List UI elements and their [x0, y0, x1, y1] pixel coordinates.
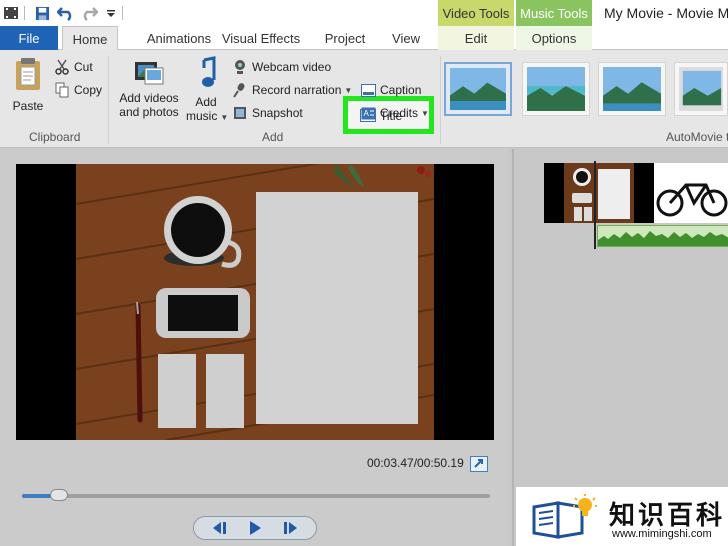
clip-thumbnails-icon — [544, 163, 728, 223]
tab-edit[interactable]: Edit — [438, 26, 514, 50]
tab-project[interactable]: Project — [318, 26, 372, 50]
chevron-down-icon: ▼ — [220, 113, 229, 122]
seek-bar[interactable] — [22, 494, 490, 498]
landscape-thumbnail-icon — [450, 68, 506, 110]
webcam-icon — [232, 59, 248, 75]
tab-home[interactable]: Home — [62, 26, 118, 51]
svg-text:A: A — [363, 109, 369, 118]
site-watermark: 知识百科 www.mimingshi.com — [516, 487, 728, 546]
add-videos-label-line2: and photos — [119, 105, 179, 119]
watermark-text: 知识百科 — [609, 500, 726, 530]
caption-icon — [360, 82, 376, 98]
add-music-label-line2: music — [186, 109, 218, 123]
chevron-down-icon: ▼ — [344, 85, 353, 95]
credits-button[interactable]: A Credits ▼ — [360, 103, 429, 123]
undo-icon[interactable] — [57, 4, 75, 22]
window-title: My Movie - Movie Ma — [604, 5, 728, 21]
tab-file[interactable]: File — [0, 26, 58, 50]
add-music-button[interactable]: Add music ▼ — [186, 56, 229, 125]
webcam-video-button[interactable]: Webcam video — [232, 57, 331, 77]
landscape-thumbnail-icon — [679, 67, 723, 111]
copy-label: Copy — [74, 83, 103, 97]
webcam-video-label: Webcam video — [252, 60, 332, 74]
film-photo-icon — [135, 62, 164, 85]
expand-icon — [474, 459, 483, 468]
audio-waveform-icon — [598, 231, 728, 246]
redo-icon[interactable] — [80, 4, 98, 22]
snapshot-label: Snapshot — [252, 106, 303, 120]
music-tools-context-label: Music Tools — [516, 0, 592, 26]
music-track[interactable] — [597, 225, 728, 247]
microphone-icon — [232, 82, 248, 98]
automovie-theme-thumbnail[interactable] — [444, 62, 512, 116]
credits-label: Credits — [380, 106, 419, 120]
playback-controls — [193, 516, 317, 540]
snapshot-icon — [232, 105, 248, 121]
clipboard-group-label: Clipboard — [29, 130, 81, 144]
record-narration-button[interactable]: Record narration ▼ — [232, 80, 352, 100]
landscape-thumbnail-icon — [527, 67, 585, 111]
next-frame-icon — [284, 522, 298, 534]
automovie-theme-thumbnail[interactable] — [674, 62, 728, 116]
tab-visual-effects[interactable]: Visual Effects — [214, 26, 308, 50]
timeline-playhead[interactable] — [594, 161, 596, 249]
video-preview[interactable] — [16, 164, 494, 440]
video-tools-context-label: Video Tools — [438, 0, 514, 26]
fullscreen-button[interactable] — [470, 456, 488, 472]
qat-divider — [24, 6, 25, 20]
snapshot-button[interactable]: Snapshot — [232, 103, 303, 123]
next-frame-button[interactable] — [276, 519, 304, 537]
play-button[interactable] — [241, 519, 269, 537]
group-separator — [440, 56, 441, 144]
record-narration-label: Record narration — [252, 83, 342, 97]
automovie-group-label: AutoMovie t — [666, 130, 728, 144]
title-bar: Video Tools Music Tools My Movie - Movie… — [0, 0, 728, 26]
tab-options[interactable]: Options — [516, 26, 592, 50]
app-film-icon[interactable] — [2, 4, 20, 22]
previous-frame-button[interactable] — [206, 519, 234, 537]
preview-pane: 00:03.47/00:50.19 — [0, 149, 508, 546]
preview-frame-image — [16, 164, 494, 440]
watermark-url: www.mimingshi.com — [612, 528, 712, 540]
chevron-down-icon: ▼ — [421, 108, 429, 118]
book-lightbulb-logo-icon — [532, 494, 597, 539]
previous-frame-icon — [212, 522, 226, 534]
music-note-icon — [202, 56, 216, 87]
copy-button[interactable]: Copy — [54, 80, 102, 100]
credits-icon: A — [360, 105, 376, 121]
copy-icon — [54, 82, 70, 98]
group-separator — [108, 56, 109, 144]
playback-timecode: 00:03.47/00:50.19 — [367, 456, 464, 470]
save-icon[interactable] — [33, 4, 51, 22]
ribbon-tab-strip: File Home Animations Visual Effects Proj… — [0, 26, 728, 51]
tab-view[interactable]: View — [384, 26, 428, 50]
add-group-label: Add — [262, 130, 284, 144]
caption-label: Caption — [380, 83, 422, 97]
automovie-theme-thumbnail[interactable] — [598, 62, 666, 116]
paste-button[interactable]: Paste — [8, 56, 48, 113]
add-videos-label-line1: Add videos — [119, 91, 179, 105]
caption-button[interactable]: Caption — [360, 80, 421, 100]
add-music-label-line1: Add — [195, 95, 217, 109]
landscape-thumbnail-icon — [603, 67, 661, 111]
automovie-theme-thumbnail[interactable] — [522, 62, 590, 116]
cut-button[interactable]: Cut — [54, 57, 93, 77]
paste-label: Paste — [12, 99, 44, 113]
scissors-icon — [54, 59, 70, 75]
seek-slider-thumb[interactable] — [50, 489, 69, 501]
play-icon — [249, 521, 261, 535]
storyboard-clip[interactable] — [544, 163, 728, 223]
customize-qat-icon[interactable] — [102, 4, 120, 22]
paste-icon — [16, 58, 40, 90]
qat-divider — [122, 6, 123, 20]
cut-label: Cut — [74, 60, 93, 74]
add-videos-and-photos-button[interactable]: Add videos and photos — [114, 56, 184, 119]
